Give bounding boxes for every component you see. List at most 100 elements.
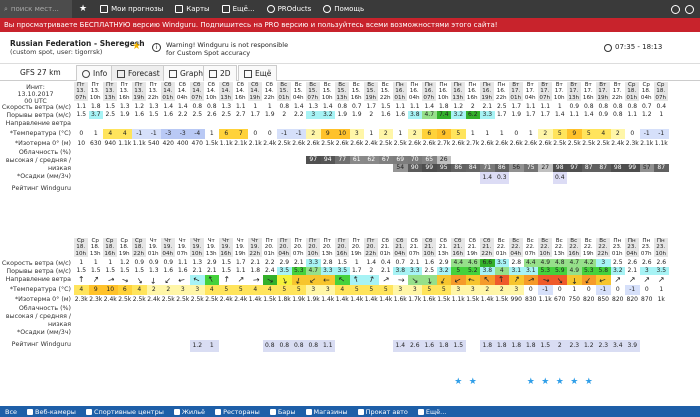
cell-cloud_mid	[89, 312, 104, 320]
nav-more[interactable]: Ещё...	[216, 0, 261, 18]
cell-gusts: 1.7	[538, 111, 553, 119]
time-header-hours: 13h	[89, 250, 101, 257]
cell-speed: 1	[349, 259, 364, 267]
cell-speed: 1	[552, 103, 567, 111]
cell-gusts: 2.5	[422, 267, 437, 275]
time-header: Вт 17. 16h	[581, 82, 596, 102]
cell-speed: 1.4	[364, 259, 379, 267]
cell-cloud_low: 86	[451, 164, 466, 172]
cell-gusts: 2	[364, 111, 379, 119]
tab-2d[interactable]: 2D	[203, 65, 237, 81]
cell-temp: -1	[277, 129, 292, 139]
cell-speed: 2.1	[248, 259, 263, 267]
cell-cloud_low: 99	[625, 164, 640, 172]
time-header: Пн 16. 19h	[480, 82, 495, 102]
rating-star-icon: ★	[570, 377, 579, 387]
cell-rating: 1.5	[451, 340, 466, 352]
row-label-precip: *Осадки (мм/3ч)	[17, 173, 71, 180]
cell-speed: 1	[74, 259, 89, 267]
footer-lodging[interactable]: Жильё	[169, 408, 210, 416]
cell-gusts: 1.5	[74, 111, 89, 119]
nav-maps[interactable]: Карты	[169, 0, 215, 18]
cell-cloud_low: 27	[538, 164, 553, 172]
cell-gusts: 3.2	[451, 111, 466, 119]
favorite-star-icon[interactable]: ★	[132, 41, 141, 52]
wind-arrow-icon: ↑	[204, 275, 219, 285]
cell-speed: 4.2	[581, 259, 596, 267]
cell-speed: 1.2	[117, 259, 132, 267]
cell-cloud_low	[306, 320, 321, 328]
cell-gusts: 3.5	[277, 267, 292, 275]
time-header: Пн 23. 07h	[639, 238, 654, 258]
cell-iso: 1.4k	[321, 296, 335, 303]
cell-temp: 3	[407, 285, 422, 295]
user-icon[interactable]	[671, 4, 680, 14]
favorite-star-icon[interactable]: ★	[72, 4, 94, 14]
time-header-hours: 22h	[611, 94, 623, 101]
cell-cloud_low: 99	[422, 164, 437, 172]
cell-gusts: 2.1	[378, 267, 393, 275]
cell-cloud_mid	[625, 312, 640, 320]
model-name[interactable]: GFS 27 km	[20, 68, 61, 77]
cell-temp: 5	[219, 285, 234, 295]
row-label-clouds3: низкая	[47, 165, 71, 172]
cell-gusts: 1.6	[378, 111, 393, 119]
cell-gusts: 5.9	[552, 267, 567, 275]
cell-cloud_mid	[190, 312, 205, 320]
cell-speed: 2.1	[407, 259, 422, 267]
footer-car-rental[interactable]: Прокат авто	[353, 408, 413, 416]
cell-cloud_mid: 67	[378, 156, 393, 164]
wind-arrow-icon: ↑	[161, 275, 176, 285]
footer-all[interactable]: Все	[0, 408, 22, 416]
search-input[interactable]: ⌕ поиск мест...	[0, 0, 72, 18]
time-header: Вс 15. 10h	[320, 82, 335, 102]
cell-iso: 2.4k	[103, 296, 117, 303]
footer-more[interactable]: Ещё...	[413, 408, 451, 416]
cell-precip	[480, 328, 495, 340]
nav-help[interactable]: Помощь	[317, 0, 370, 18]
cell-rating: 1.8	[494, 340, 509, 352]
footer-restaurants[interactable]: Рестораны	[210, 408, 265, 416]
cell-speed: 0.8	[277, 103, 292, 111]
cell-iso: 2.6k	[538, 140, 552, 147]
nav-my-forecasts[interactable]: Мои прогнозы	[94, 0, 169, 18]
cell-precip	[538, 328, 553, 340]
cell-gusts: 1.9	[509, 111, 524, 119]
time-header: Вс 22. 16h	[567, 238, 582, 258]
cell-iso: 420	[162, 140, 174, 147]
cell-temp: 2	[378, 129, 393, 139]
cell-gusts: 2.1	[204, 267, 219, 275]
cell-cloud_high	[103, 304, 118, 312]
footer-bars[interactable]: Бары	[265, 408, 301, 416]
cell-iso: 1.5k	[466, 296, 480, 303]
footer-sport-centers[interactable]: Спортивные центры	[81, 408, 169, 416]
time-header: Сб 21. 07h	[407, 238, 422, 258]
wind-arrow-icon: ↑	[233, 275, 248, 285]
cell-rating	[132, 340, 147, 352]
cell-iso: 400	[177, 140, 189, 147]
row-label-rating: Рейтинг Windguru	[11, 185, 71, 192]
tab-info[interactable]: Info	[76, 65, 114, 81]
arrow-icon: ↑	[177, 275, 188, 285]
cell-temp: 2	[146, 285, 161, 295]
sport-icon	[85, 408, 92, 415]
pro-warning-banner[interactable]: Вы просматриваете БЕСПЛАТНУЮ версию Wind…	[0, 18, 700, 32]
footer-shops[interactable]: Магазины	[301, 408, 353, 416]
cell-speed: 3.3	[306, 259, 321, 267]
spot-title: Russian Federation - Sheregesh	[10, 39, 145, 48]
user-icon[interactable]	[685, 4, 694, 14]
time-header: Вс 15. 16h	[349, 82, 364, 102]
tab-more[interactable]: Ещё	[238, 65, 278, 81]
cell-speed: 2.8	[320, 259, 335, 267]
tab-forecast[interactable]: Forecast	[111, 65, 166, 81]
cell-cloud_high	[147, 148, 162, 156]
cell-cloud_mid	[277, 312, 292, 320]
cell-cloud_high	[480, 304, 495, 312]
cell-cloud_low	[190, 320, 205, 328]
cell-cloud_low: 84	[465, 164, 480, 172]
nav-products[interactable]: PROducts	[261, 0, 318, 18]
footer-webcams[interactable]: Веб-камеры	[22, 408, 81, 416]
cell-temp: -1	[538, 285, 553, 295]
cell-gusts: 3.3	[407, 267, 422, 275]
cell-iso: 2.5k	[596, 140, 610, 147]
